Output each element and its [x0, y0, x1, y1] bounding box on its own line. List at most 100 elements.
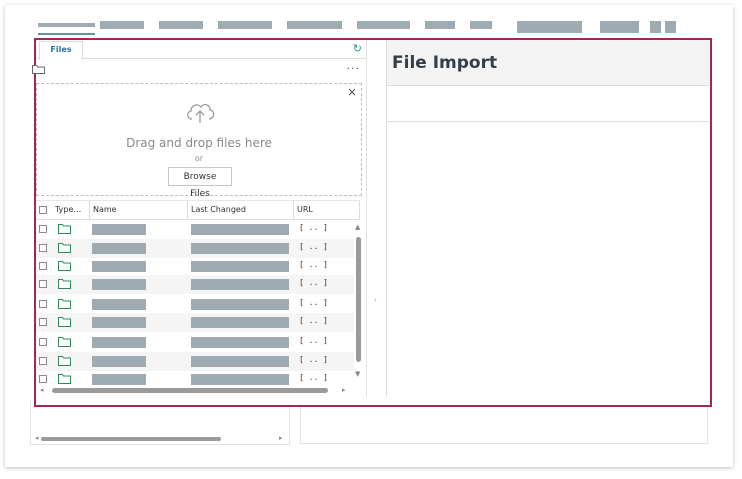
splitter-handle-icon[interactable]: ‹: [374, 296, 377, 304]
nav-tab-2[interactable]: [100, 21, 144, 29]
row-checkbox[interactable]: [39, 338, 47, 346]
folder-icon: [58, 261, 71, 274]
files-grid: Type… Name Last Changed URL [ .. ] [ .. ]…: [36, 200, 366, 397]
tab-files[interactable]: Files: [39, 41, 83, 60]
redacted-name: [92, 337, 146, 348]
nav-tab-1[interactable]: [38, 23, 95, 27]
row-checkbox[interactable]: [39, 318, 47, 326]
redacted-last-changed: [191, 224, 289, 235]
grid-hscroll[interactable]: ◂ ▸: [36, 385, 354, 395]
table-row[interactable]: [ .. ]: [36, 295, 354, 314]
nav-action-4[interactable]: [665, 21, 676, 33]
more-options-icon[interactable]: ···: [347, 62, 361, 75]
redacted-last-changed: [191, 279, 289, 290]
folder-icon: [58, 279, 71, 292]
url-link[interactable]: [ .. ]: [299, 298, 328, 307]
dropzone-message: Drag and drop files here: [126, 136, 272, 150]
row-checkbox[interactable]: [39, 300, 47, 308]
url-link[interactable]: [ .. ]: [299, 355, 328, 364]
url-link[interactable]: [ .. ]: [299, 260, 328, 269]
dropzone-or-label: or: [194, 154, 204, 163]
redacted-name: [92, 356, 146, 367]
scroll-down-arrow-icon[interactable]: ▼: [355, 370, 360, 378]
redacted-name: [92, 224, 146, 235]
grid-vscroll-thumb[interactable]: [356, 237, 361, 362]
page-title: File Import: [392, 53, 498, 73]
folder-icon: [58, 356, 71, 369]
close-icon[interactable]: ×: [347, 85, 357, 99]
nav-tab-7[interactable]: [425, 21, 455, 29]
table-row[interactable]: [ .. ]: [36, 275, 354, 294]
nav-tab-4[interactable]: [218, 21, 272, 29]
file-import-header: File Import: [387, 40, 709, 86]
folder-icon: [58, 317, 71, 330]
panel-splitter[interactable]: ‹: [366, 40, 385, 397]
redacted-name: [92, 261, 146, 272]
url-link[interactable]: [ .. ]: [299, 278, 328, 287]
table-row[interactable]: [ .. ]: [36, 333, 354, 352]
redacted-name: [92, 243, 146, 254]
files-toolbar: ···: [32, 59, 366, 79]
row-checkbox[interactable]: [39, 280, 47, 288]
scroll-up-arrow-icon[interactable]: ▲: [355, 223, 360, 231]
column-type[interactable]: Type…: [52, 201, 90, 219]
url-link[interactable]: [ .. ]: [299, 373, 328, 382]
row-checkbox[interactable]: [39, 375, 47, 383]
column-name[interactable]: Name: [90, 201, 188, 219]
grid-scroll-right-icon[interactable]: ▸: [342, 386, 346, 394]
browse-files-button[interactable]: Browse Files: [168, 167, 232, 199]
grid-vscroll[interactable]: ▲ ▼: [354, 220, 364, 385]
grid-scroll-left-icon[interactable]: ◂: [40, 386, 44, 394]
row-checkbox[interactable]: [39, 244, 47, 252]
column-url[interactable]: URL: [294, 201, 360, 219]
redacted-last-changed: [191, 374, 289, 385]
nav-action-3[interactable]: [650, 21, 661, 33]
table-row[interactable]: [ .. ]: [36, 352, 354, 371]
nav-action-1[interactable]: [517, 21, 582, 33]
folder-icon[interactable]: [32, 65, 45, 77]
redacted-name: [92, 279, 146, 290]
cloud-upload-icon: [184, 100, 216, 127]
nav-tab-8[interactable]: [470, 21, 492, 29]
scroll-left-arrow-icon[interactable]: ◂: [35, 434, 39, 442]
redacted-last-changed: [191, 356, 289, 367]
redacted-last-changed: [191, 299, 289, 310]
column-type-label: Type…: [55, 205, 82, 214]
url-link[interactable]: [ .. ]: [299, 242, 328, 251]
refresh-icon[interactable]: ↻: [353, 43, 362, 54]
active-tab-underline: [38, 33, 95, 35]
column-url-label: URL: [297, 205, 313, 214]
url-link[interactable]: [ .. ]: [299, 223, 328, 232]
row-checkbox[interactable]: [39, 262, 47, 270]
grid-hscroll-thumb[interactable]: [52, 388, 328, 393]
files-panel: Files ↻ ··· × Drag and drop files here o…: [32, 40, 366, 397]
row-checkbox[interactable]: [39, 357, 47, 365]
column-last-changed[interactable]: Last Changed: [188, 201, 294, 219]
table-row[interactable]: [ .. ]: [36, 313, 354, 332]
table-row[interactable]: [ .. ]: [36, 257, 354, 276]
scroll-right-arrow-icon[interactable]: ▸: [279, 434, 283, 442]
table-row[interactable]: [ .. ]: [36, 220, 354, 239]
grid-header: Type… Name Last Changed URL: [36, 200, 360, 220]
redacted-last-changed: [191, 337, 289, 348]
nav-tab-3[interactable]: [159, 21, 203, 29]
folder-icon: [58, 224, 71, 237]
nav-tab-6[interactable]: [357, 21, 410, 29]
nav-action-2[interactable]: [600, 21, 639, 33]
redacted-name: [92, 299, 146, 310]
background-hscroll-thumb[interactable]: [41, 437, 221, 441]
redacted-name: [92, 374, 146, 385]
nav-tab-5[interactable]: [287, 21, 342, 29]
column-name-label: Name: [93, 205, 117, 214]
table-row[interactable]: [ .. ]: [36, 239, 354, 258]
row-checkbox[interactable]: [39, 225, 47, 233]
column-last-changed-label: Last Changed: [191, 205, 246, 214]
url-link[interactable]: [ .. ]: [299, 316, 328, 325]
redacted-name: [92, 317, 146, 328]
redacted-last-changed: [191, 243, 289, 254]
folder-icon: [58, 337, 71, 350]
dropzone[interactable]: × Drag and drop files here or Browse Fil…: [36, 83, 362, 199]
select-all-checkbox[interactable]: [39, 206, 47, 214]
redacted-last-changed: [191, 317, 289, 328]
url-link[interactable]: [ .. ]: [299, 336, 328, 345]
